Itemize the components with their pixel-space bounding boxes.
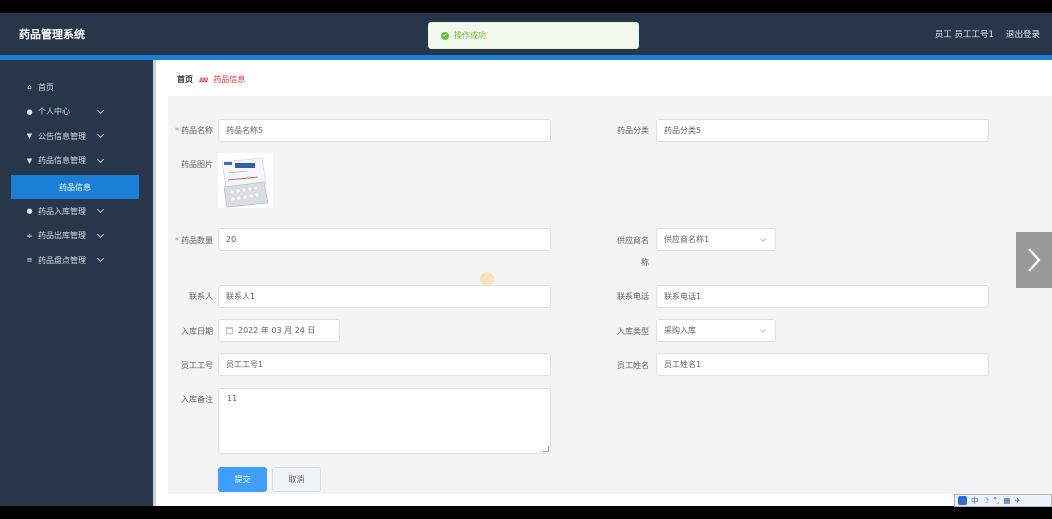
drug-image-label: 药品图片 <box>181 160 213 169</box>
sidebar-item-label: 药品信息管理 <box>38 156 86 166</box>
app-window: 药品管理系统 员工 员工工号1 退出登录 ✓ 操作成功 ⌂ 首页 ● 个人中心 … <box>0 13 1052 506</box>
settings-icon[interactable]: ✈ <box>1014 496 1020 505</box>
sidebar-item-personal-center[interactable]: ● 个人中心 <box>0 100 153 125</box>
sidebar-item-label: 药品入库管理 <box>38 206 86 216</box>
current-user-label[interactable]: 员工 员工工号1 <box>935 28 994 40</box>
user-area: 员工 员工工号1 退出登录 <box>935 28 1040 40</box>
breadcrumb-current: 药品信息 <box>213 75 246 84</box>
drug-category-field[interactable]: 药品分类5 <box>656 119 989 142</box>
stock-in-type-label: 入库类型 <box>617 327 649 336</box>
breadcrumb-home[interactable]: 首页 <box>177 74 193 85</box>
user-icon: ● <box>26 207 33 216</box>
calendar-icon <box>226 327 233 334</box>
stock-in-type-select[interactable]: 采购入库 <box>656 319 776 342</box>
ime-logo-icon <box>958 496 967 505</box>
punctuation-toggle[interactable]: °, <box>993 496 999 505</box>
list-icon: ≡ <box>26 256 33 265</box>
contact-phone-label: 联系电话 <box>617 292 649 301</box>
supplier-name-label-wrap: 称 <box>641 258 649 267</box>
stock-in-date-label: 入库日期 <box>181 327 213 336</box>
mouse-cursor-highlight <box>480 272 494 286</box>
toast-message: 操作成功 <box>454 31 486 40</box>
ime-toolbar: 中 ☽ °, ▦ ✈ <box>954 494 1052 507</box>
employee-name-label: 员工姓名 <box>617 361 649 370</box>
submit-button[interactable]: 提交 <box>218 467 267 492</box>
top-navbar: 药品管理系统 员工 员工工号1 退出登录 ✓ 操作成功 <box>0 13 1052 55</box>
chevron-down-icon <box>96 254 105 263</box>
keyboard-icon[interactable]: ▦ <box>1003 496 1010 505</box>
contact-person-label: 联系人 <box>189 292 213 301</box>
chevron-down-icon <box>760 327 766 333</box>
employee-id-label: 员工工号 <box>181 361 213 370</box>
breadcrumb: 首页 ⅏ 药品信息 <box>177 74 245 85</box>
user-icon: ● <box>26 107 33 116</box>
sidebar-item-label: 药品盘点管理 <box>38 255 86 265</box>
sidebar: ⌂ 首页 ● 个人中心 ▼ 公告信息管理 ▼ 药品信息管理 药品信息 ● 药品入… <box>0 60 153 506</box>
sidebar-item-label: 个人中心 <box>38 107 70 117</box>
drug-name-label: * 药品名称 <box>175 126 213 135</box>
pin-icon: ▼ <box>26 132 33 141</box>
drug-box-image <box>218 153 273 208</box>
sidebar-item-label: 公告信息管理 <box>38 131 86 141</box>
breadcrumb-separator: ⅏ <box>199 75 208 84</box>
drug-form: * 药品名称 药品名称5 药品分类 药品分类5 药品图片 * 药品数量 20 供… <box>168 96 1052 494</box>
sidebar-item-announcements[interactable]: ▼ 公告信息管理 <box>0 124 153 149</box>
sidebar-item-stock-in[interactable]: ● 药品入库管理 <box>0 199 153 224</box>
chevron-down-icon <box>96 106 105 114</box>
remarks-textarea[interactable]: 11 <box>218 388 551 454</box>
drug-name-field[interactable]: 药品名称5 <box>218 119 551 142</box>
sidebar-item-label: 药品出库管理 <box>38 231 86 241</box>
drug-image-preview[interactable] <box>218 153 273 208</box>
chevron-down-icon <box>96 230 105 238</box>
supplier-name-value: 供应商名称1 <box>664 235 710 244</box>
drug-quantity-field[interactable]: 20 <box>218 228 551 251</box>
home-icon: ⌂ <box>27 83 32 92</box>
next-slide-button[interactable] <box>1016 232 1052 288</box>
ime-lang-toggle[interactable]: 中 <box>971 495 979 506</box>
contact-person-field[interactable]: 联系人1 <box>218 285 551 308</box>
supplier-name-label: 供应商名 <box>617 236 649 245</box>
stock-in-date-value: 2022 年 03 月 24 日 <box>238 326 316 335</box>
chevron-down-icon <box>96 155 105 163</box>
sidebar-item-drug-info[interactable]: ▼ 药品信息管理 <box>0 149 153 174</box>
main-content: 首页 ⅏ 药品信息 * 药品名称 药品名称5 药品分类 药品分类5 药品图片 *… <box>156 60 1052 506</box>
remarks-value: 11 <box>227 394 238 403</box>
cancel-button[interactable]: 取消 <box>272 467 321 492</box>
employee-id-field[interactable]: 员工工号1 <box>218 353 551 376</box>
chevron-down-icon <box>760 236 766 242</box>
employee-name-field[interactable]: 员工姓名1 <box>656 353 989 376</box>
pin-icon: ▼ <box>26 156 33 165</box>
sidebar-item-home[interactable]: ⌂ 首页 <box>0 75 153 100</box>
supplier-name-select[interactable]: 供应商名称1 <box>656 228 776 251</box>
stock-in-date-picker[interactable]: 2022 年 03 月 24 日 <box>218 319 340 342</box>
contact-phone-field[interactable]: 联系电话1 <box>656 285 989 308</box>
remarks-label: 入库备注 <box>181 395 213 404</box>
stock-in-type-value: 采购入库 <box>664 326 696 335</box>
sort-icon: ≑ <box>26 231 33 240</box>
sidebar-subitem-drug-info[interactable]: 药品信息 <box>11 175 139 199</box>
chevron-down-icon <box>96 130 105 139</box>
sidebar-item-inventory[interactable]: ≡ 药品盘点管理 <box>0 248 153 273</box>
moon-icon[interactable]: ☽ <box>983 496 990 505</box>
app-title: 药品管理系统 <box>19 28 85 41</box>
sidebar-item-label: 首页 <box>38 82 54 92</box>
chevron-right-icon <box>1028 248 1041 272</box>
check-circle-icon: ✓ <box>441 31 449 40</box>
logout-link[interactable]: 退出登录 <box>1006 28 1040 40</box>
resize-handle-icon[interactable] <box>543 446 549 452</box>
drug-quantity-label: * 药品数量 <box>175 236 213 245</box>
chevron-down-icon <box>96 205 105 214</box>
success-toast: ✓ 操作成功 <box>428 22 639 49</box>
sidebar-item-stock-out[interactable]: ≑ 药品出库管理 <box>0 224 153 249</box>
drug-category-label: 药品分类 <box>617 126 649 135</box>
